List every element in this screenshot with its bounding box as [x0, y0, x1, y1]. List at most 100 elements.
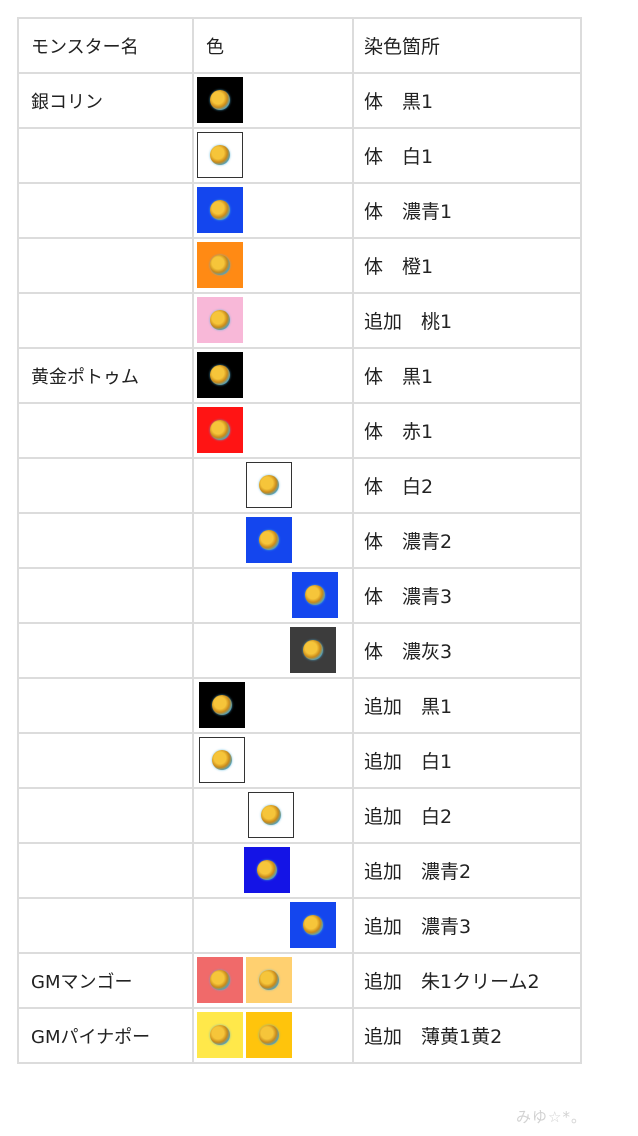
color-cell — [192, 787, 354, 844]
monster-orb-icon — [210, 420, 230, 440]
monster-name-cell: 黄金ポトゥム — [17, 347, 194, 404]
color-cell — [192, 182, 354, 239]
monster-name-cell: GMパイナポー — [17, 1007, 194, 1064]
header-color: 色 — [192, 17, 354, 74]
color-cell — [192, 842, 354, 899]
monster-orb-icon — [303, 640, 323, 660]
header-monster-name: モンスター名 — [17, 17, 194, 74]
dye-part-cell: 体 黒1 — [352, 347, 582, 404]
dye-part-cell: 追加 桃1 — [352, 292, 582, 349]
monster-orb-icon — [210, 365, 230, 385]
monster-orb-icon — [259, 970, 279, 990]
color-swatch — [246, 517, 292, 563]
watermark: みゆ☆*。 — [516, 1108, 587, 1126]
monster-orb-icon — [257, 860, 277, 880]
color-cell — [192, 1007, 354, 1064]
monster-orb-icon — [210, 310, 230, 330]
dye-table: モンスター名 色 染色箇所 銀コリン体 黒1 体 白1 体 濃青1 体 橙1 追加 桃1… — [17, 17, 582, 1064]
color-swatch — [290, 627, 336, 673]
table-row: 黄金ポトゥム 体 黒1 — [17, 347, 582, 404]
monster-name-cell: 銀コリン — [17, 72, 194, 129]
table-row: GMマンゴー 追加 朱1クリーム2 — [17, 952, 582, 1009]
monster-name-cell — [17, 567, 194, 624]
monster-name-cell — [17, 402, 194, 459]
color-cell — [192, 402, 354, 459]
monster-orb-icon — [259, 1025, 279, 1045]
table-row: 体 白1 — [17, 127, 582, 184]
color-cell — [192, 457, 354, 514]
monster-name-cell — [17, 677, 194, 734]
monster-orb-icon — [210, 90, 230, 110]
table-row: 体 濃青3 — [17, 567, 582, 624]
monster-orb-icon — [261, 805, 281, 825]
color-cell — [192, 897, 354, 954]
dye-part-cell: 追加 白1 — [352, 732, 582, 789]
monster-orb-icon — [212, 695, 232, 715]
table-row: 体 白2 — [17, 457, 582, 514]
monster-name-cell — [17, 622, 194, 679]
monster-name-cell — [17, 512, 194, 569]
dye-part-cell: 追加 朱1クリーム2 — [352, 952, 582, 1009]
monster-orb-icon — [259, 530, 279, 550]
monster-name-cell — [17, 842, 194, 899]
dye-part-cell: 追加 黒1 — [352, 677, 582, 734]
color-cell — [192, 952, 354, 1009]
dye-part-cell: 体 濃青3 — [352, 567, 582, 624]
color-swatch — [197, 77, 243, 123]
dye-part-cell: 体 黒1 — [352, 72, 582, 129]
table-row: 体 濃灰3 — [17, 622, 582, 679]
color-swatch — [246, 957, 292, 1003]
color-cell — [192, 732, 354, 789]
monster-orb-icon — [210, 255, 230, 275]
color-swatch — [197, 242, 243, 288]
color-swatch — [197, 187, 243, 233]
monster-name-cell — [17, 292, 194, 349]
table-row: 追加 桃1 — [17, 292, 582, 349]
table-row: 追加 白1 — [17, 732, 582, 789]
dye-part-cell: 体 濃青2 — [352, 512, 582, 569]
table-row: 体 濃青2 — [17, 512, 582, 569]
monster-orb-icon — [210, 1025, 230, 1045]
monster-name-cell — [17, 897, 194, 954]
monster-name-cell — [17, 457, 194, 514]
color-cell — [192, 237, 354, 294]
monster-name-cell — [17, 787, 194, 844]
monster-name-cell — [17, 127, 194, 184]
monster-name-cell — [17, 732, 194, 789]
color-swatch — [290, 902, 336, 948]
dye-part-cell: 追加 薄黄1黄2 — [352, 1007, 582, 1064]
dye-part-cell: 体 白1 — [352, 127, 582, 184]
dye-part-cell: 追加 濃青3 — [352, 897, 582, 954]
monster-name-cell — [17, 182, 194, 239]
dye-part-cell: 追加 濃青2 — [352, 842, 582, 899]
color-swatch — [199, 682, 245, 728]
color-swatch — [197, 407, 243, 453]
table-body: 銀コリン体 黒1 体 白1 体 濃青1 体 橙1 追加 桃1 黄金ポトゥム体 黒1 体 赤1… — [17, 72, 582, 1064]
table-row: 銀コリン 体 黒1 — [17, 72, 582, 129]
color-cell — [192, 677, 354, 734]
color-swatch — [197, 1012, 243, 1058]
color-cell — [192, 127, 354, 184]
color-swatch — [246, 1012, 292, 1058]
dye-part-cell: 体 濃青1 — [352, 182, 582, 239]
dye-part-cell: 体 橙1 — [352, 237, 582, 294]
color-swatch — [246, 462, 292, 508]
color-cell — [192, 622, 354, 679]
monster-orb-icon — [210, 200, 230, 220]
dye-part-cell: 追加 白2 — [352, 787, 582, 844]
monster-orb-icon — [210, 970, 230, 990]
table-header-row: モンスター名 色 染色箇所 — [17, 17, 582, 74]
monster-orb-icon — [259, 475, 279, 495]
color-swatch — [197, 132, 243, 178]
color-swatch — [244, 847, 290, 893]
monster-orb-icon — [303, 915, 323, 935]
table-row: GMパイナポー 追加 薄黄1黄2 — [17, 1007, 582, 1064]
monster-name-cell: GMマンゴー — [17, 952, 194, 1009]
table-row: 追加 濃青3 — [17, 897, 582, 954]
table-row: 体 濃青1 — [17, 182, 582, 239]
color-cell — [192, 567, 354, 624]
color-cell — [192, 512, 354, 569]
color-swatch — [248, 792, 294, 838]
table-row: 追加 黒1 — [17, 677, 582, 734]
color-swatch — [197, 297, 243, 343]
